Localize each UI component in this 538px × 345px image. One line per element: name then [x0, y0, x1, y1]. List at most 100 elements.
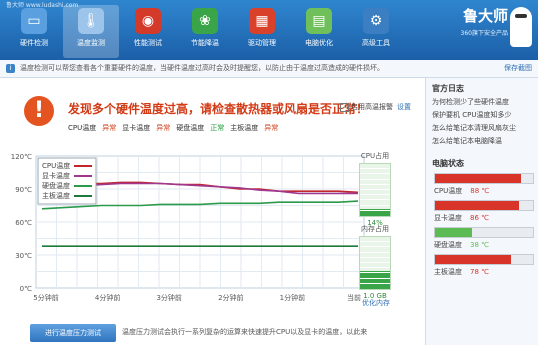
y-tick-label: 90℃: [15, 186, 32, 194]
cpu-usage-gauge: CPU占用 14%: [355, 151, 395, 227]
memory-usage-gauge: 内存占用 1.0 GB: [355, 224, 395, 300]
gauge-segment: [360, 189, 390, 190]
status-bar: [434, 227, 534, 238]
info-text: 温度检测可以帮您查看各个重要硬件的温度，当硬件温度过高时会及时提醒您，以防止由于…: [20, 64, 384, 72]
official-log-link[interactable]: 怎么给笔记本电脑降温: [426, 133, 538, 146]
alarm-settings-link[interactable]: 设置: [397, 103, 411, 111]
y-tick-label: 60℃: [15, 219, 32, 227]
optimize-memory-link[interactable]: 优化内存: [362, 298, 390, 308]
cpu-usage-bar: [359, 163, 391, 217]
official-log-link[interactable]: 保护要机 CPU温度知多少: [426, 107, 538, 120]
gauge-segment: [360, 168, 390, 170]
status-label: 硬盘温度 38 ℃: [434, 240, 538, 250]
y-tick-label: 0℃: [20, 285, 32, 293]
alarm-checkbox[interactable]: ✓: [340, 102, 349, 112]
gauge-segment: [360, 277, 390, 279]
gauge-segment: [360, 204, 390, 206]
toolbar-monitor-button[interactable]: ▭ 硬件检测: [6, 8, 62, 48]
info-bar: i 温度检测可以帮您查看各个重要硬件的温度，当硬件温度过高时会及时提醒您，以防止…: [0, 60, 538, 78]
status-label-name: CPU温度: [434, 187, 463, 195]
warning-icon: !: [24, 96, 54, 126]
x-tick-label: 4分钟前: [95, 293, 120, 302]
status-label-value: 86 ℃: [470, 214, 489, 222]
gauge-segment: [360, 272, 390, 274]
memory-usage-fill: [360, 270, 390, 289]
status-label-name: 硬盘温度: [434, 241, 462, 249]
status-bar: [434, 173, 534, 184]
stress-test-button[interactable]: 进行温度压力测试: [30, 324, 116, 342]
toolbar-thermometer-button[interactable]: 🌡 温度监测: [63, 5, 119, 58]
status-bar-fill: [435, 174, 522, 183]
status-name: CPU温度: [68, 124, 97, 132]
legend-label: 硬盘温度: [42, 181, 70, 190]
toolbar-tools-button[interactable]: ⚙ 高级工具: [348, 8, 404, 48]
status-bar: [434, 200, 534, 211]
toolbar-label: 节能降温: [191, 39, 219, 47]
status-value: 异常: [102, 124, 117, 132]
x-tick-label: 5分钟前: [33, 293, 58, 302]
toolbar-label: 电脑优化: [305, 39, 333, 47]
status-label: CPU温度 88 ℃: [434, 186, 538, 196]
gauge-segment: [360, 256, 390, 258]
gauge-segment: [360, 209, 390, 211]
status-label: 显卡温度 86 ℃: [434, 213, 538, 223]
brand-logo: 鲁大师 360旗下安全产品: [446, 5, 532, 55]
gauge-segment: [360, 246, 390, 248]
gauge-segment: [360, 267, 390, 269]
legend-label: 主板温度: [42, 191, 70, 200]
x-tick-label: 1分钟前: [280, 293, 305, 302]
toolbar-label: 硬件检测: [20, 39, 48, 47]
memory-usage-title: 内存占用: [361, 225, 389, 233]
legend-label: 显卡温度: [42, 171, 70, 180]
gauge-segment: [360, 178, 390, 180]
thermometer-icon: 🌡: [78, 8, 104, 34]
status-label-name: 显卡温度: [434, 214, 462, 222]
monitor-icon: ▭: [21, 8, 47, 34]
x-tick-label: 2分钟前: [218, 293, 243, 302]
toolbox-icon: ▦: [249, 8, 275, 34]
gauge-segment: [360, 183, 390, 185]
toolbar-label: 驱动管理: [248, 39, 276, 47]
status-label-value: 38 ℃: [470, 241, 489, 249]
status-name: 硬盘温度: [176, 124, 205, 132]
stress-test-description: 温度压力测试会执行一系列复杂的运算来快速提升CPU以及显卡的温度，以此来: [122, 328, 368, 336]
gauge-icon: ◉: [135, 8, 161, 34]
status-bar-fill: [435, 201, 520, 210]
y-tick-label: 120℃: [11, 153, 32, 161]
gauge-segment: [360, 251, 390, 253]
gauge-segment: [360, 282, 390, 284]
status-bar-fill: [435, 255, 512, 264]
toolbar-gauge-button[interactable]: ◉ 性能测试: [120, 8, 176, 48]
official-log-link[interactable]: 怎么给笔记本清理风扇灰尘: [426, 120, 538, 133]
info-icon: i: [6, 64, 15, 73]
tools-icon: ⚙: [363, 8, 389, 34]
gauge-segment: [360, 194, 390, 196]
x-tick-label: 3分钟前: [156, 293, 181, 302]
y-tick-label: 30℃: [15, 252, 32, 260]
temperature-panel: ! 发现多个硬件温度过高，请检查散热器或风扇是否正常！ ✓ 启用高温报警 设置 CP…: [0, 78, 426, 345]
save-screenshot-link[interactable]: 保存截图: [504, 60, 532, 77]
status-bar-fill: [435, 228, 473, 237]
toolbar-label: 高级工具: [362, 39, 390, 47]
status-label: 主板温度 78 ℃: [434, 267, 538, 277]
toolbar-leaf-button[interactable]: ❀ 节能降温: [177, 8, 233, 48]
cpu-usage-title: CPU占用: [360, 152, 390, 160]
right-sidebar: 官方日志 为何检测少了些硬件温度 保护要机 CPU温度知多少 怎么给笔记本清理风扇灰…: [426, 78, 538, 345]
gauge-segment: [360, 241, 390, 243]
alarm-checkbox-label: 启用高温报警: [351, 103, 393, 111]
official-log-link[interactable]: 为何检测少了些硬件温度: [426, 94, 538, 107]
mascot-icon: [510, 7, 532, 47]
high-temp-alarm-toggle[interactable]: ✓ 启用高温报警 设置: [340, 102, 411, 112]
toolbar-chart-screen-button[interactable]: ▤ 电脑优化: [291, 8, 347, 48]
toolbar-label: 温度监测: [77, 39, 105, 47]
leaf-icon: ❀: [192, 8, 218, 34]
gauge-segment: [360, 173, 390, 175]
status-name: 显卡温度: [122, 124, 151, 132]
official-log-title: 官方日志: [432, 84, 464, 93]
pc-status-title: 电脑状态: [432, 159, 464, 168]
memory-usage-bar: [359, 236, 391, 290]
main-toolbar: 鲁大师 www.ludashi.com ▭ 硬件检测 🌡 温度监测 ◉ 性能测试 ❀ 节能降温…: [0, 0, 538, 60]
status-value: 异常: [156, 124, 171, 132]
status-bar: [434, 254, 534, 265]
toolbar-toolbox-button[interactable]: ▦ 驱动管理: [234, 8, 290, 48]
